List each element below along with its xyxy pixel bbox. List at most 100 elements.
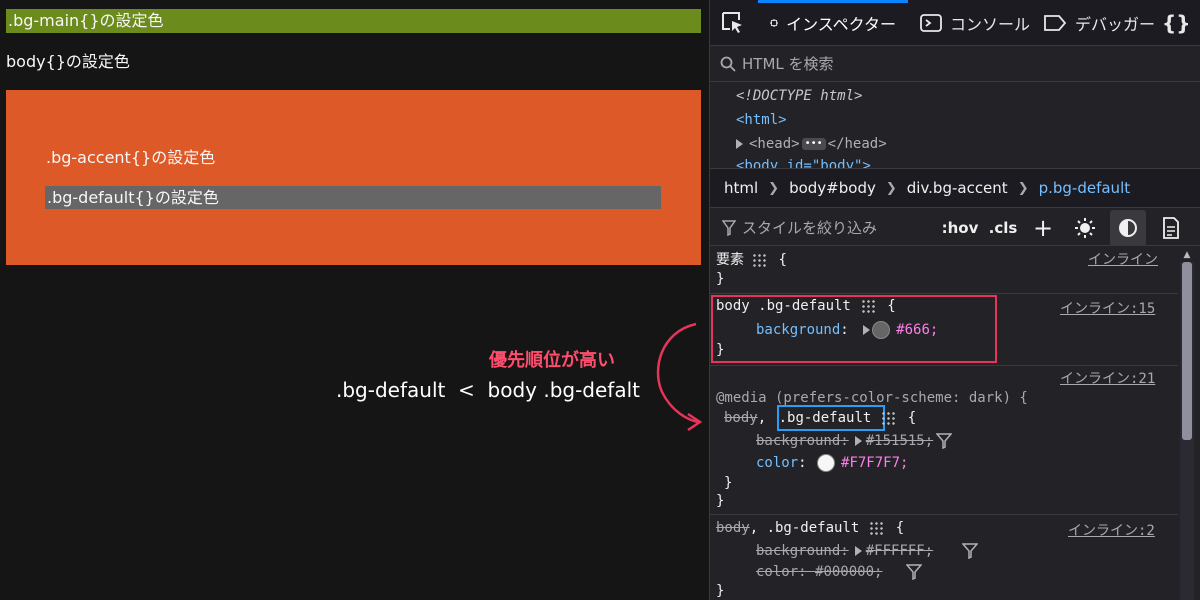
rules-view: 要素 { インライン } body .bg-default { インライン:15… — [710, 247, 1178, 600]
braces-icon: {} — [1162, 11, 1191, 35]
chevron-right-icon: ❯ — [768, 180, 780, 196]
document-icon — [1163, 217, 1179, 239]
search-input[interactable]: HTML を検索 — [742, 53, 834, 74]
brace-close: } — [716, 271, 725, 287]
bg-main-block: .bg-main{}の設定色 — [6, 9, 701, 33]
light-mode-button[interactable] — [1070, 210, 1100, 246]
cls-button[interactable]: .cls — [988, 210, 1018, 246]
print-media-button[interactable] — [1156, 210, 1186, 246]
expand-triangle-icon[interactable] — [736, 139, 743, 149]
rule1-declaration[interactable]: background: #666; — [756, 321, 938, 339]
scrollbar-thumb[interactable] — [1182, 262, 1192, 440]
filter-styles-input[interactable]: スタイルを絞り込み — [742, 217, 877, 238]
brace-open: { — [778, 252, 787, 268]
rule2-value2[interactable]: #F7F7F7; — [841, 455, 908, 471]
element-picker-icon[interactable] — [720, 10, 746, 36]
markup-html[interactable]: <html> — [736, 112, 787, 128]
filter-icon[interactable] — [906, 564, 922, 580]
bg-accent-text: .bg-accent{}の設定色 — [46, 148, 216, 167]
tab-console[interactable]: コンソール — [920, 0, 1030, 46]
rule2-declaration-1[interactable]: background: #151515; — [756, 433, 933, 449]
rule1-selector-line: body .bg-default { — [716, 298, 896, 314]
brace-close: } — [716, 493, 725, 509]
rule3-prop2[interactable]: color — [756, 564, 798, 580]
filter-icon[interactable] — [962, 543, 978, 559]
tab-debugger-label: デバッガー — [1075, 15, 1156, 34]
rule2-selector-bg-default[interactable]: .bg-default — [779, 410, 872, 426]
markup-head[interactable]: <head> ••• </head> — [736, 136, 887, 152]
markup-view: <!DOCTYPE html> <html> <head> ••• </head> … — [710, 82, 1200, 168]
rule3-declaration-1[interactable]: background: #FFFFFF; — [756, 543, 933, 559]
console-icon — [920, 14, 942, 32]
collapsed-dots[interactable]: ••• — [801, 138, 826, 150]
debugger-icon — [1044, 15, 1067, 31]
markup-head-open: <head> — [749, 136, 800, 152]
expand-triangle-icon[interactable] — [863, 325, 871, 335]
tab-console-label: コンソール — [950, 15, 1031, 34]
expand-triangle-icon[interactable] — [854, 546, 862, 556]
breadcrumb-p[interactable]: p.bg-default — [1039, 179, 1131, 197]
rule1-value[interactable]: #666; — [896, 322, 938, 338]
style-editor-tab[interactable]: {} — [1162, 0, 1190, 46]
bg-accent-block: .bg-accent{}の設定色 .bg-default{}の設定色 — [6, 90, 701, 265]
expand-triangle-icon[interactable] — [854, 436, 862, 446]
rule2-prop2[interactable]: color — [756, 455, 798, 471]
element-rule-source[interactable]: インライン — [1088, 249, 1158, 269]
dark-mode-button[interactable] — [1110, 210, 1146, 246]
rule3-prop1[interactable]: background — [756, 543, 840, 559]
grid-icon[interactable] — [752, 253, 766, 267]
rule2-source[interactable]: インライン:21 — [1060, 368, 1155, 388]
tab-inspector[interactable]: インスペクター — [758, 0, 908, 46]
grid-icon[interactable] — [869, 521, 884, 535]
inspector-icon — [770, 18, 779, 28]
markup-body[interactable]: <body id="body"> — [736, 158, 871, 168]
markup-doctype: <!DOCTYPE html> — [736, 88, 863, 104]
annotation-arrow — [656, 322, 703, 432]
rule2-prop1[interactable]: background — [756, 433, 840, 449]
grid-icon[interactable] — [860, 299, 875, 313]
brace-close: } — [716, 583, 725, 599]
hov-button[interactable]: :hov — [942, 210, 979, 246]
rule2-declaration-2[interactable]: color: #F7F7F7; — [756, 454, 908, 472]
devtools-toolbar: インスペクター コンソール デバッガー {} — [710, 0, 1200, 46]
selector-comma: , — [757, 410, 767, 426]
body-text: body{}の設定色 — [6, 52, 130, 71]
html-search[interactable]: HTML を検索 — [710, 46, 1200, 82]
rule-divider — [710, 293, 1178, 294]
chevron-right-icon: ❯ — [1017, 180, 1029, 196]
half-moon-icon — [1119, 219, 1137, 237]
search-icon — [720, 56, 736, 72]
annotation-compare: .bg-default < body .bg-defalt — [336, 378, 641, 402]
breadcrumb-body[interactable]: body#body — [789, 179, 876, 197]
rule1-selector[interactable]: body .bg-default — [716, 298, 851, 314]
page-preview: .bg-main{}の設定色 body{}の設定色 .bg-accent{}の設… — [0, 0, 709, 600]
breadcrumb-html[interactable]: html — [724, 179, 758, 197]
element-rule-selector: 要素 { — [716, 249, 787, 269]
rule3-value2[interactable]: #000000; — [815, 564, 882, 580]
rule2-selector-body[interactable]: body — [724, 410, 758, 426]
rule2-value1[interactable]: #151515; — [866, 433, 933, 449]
color-swatch[interactable] — [872, 321, 891, 339]
rule1-prop[interactable]: background — [756, 322, 840, 338]
rule-divider — [710, 514, 1178, 515]
tab-debugger[interactable]: デバッガー — [1043, 0, 1155, 46]
sun-icon — [1075, 218, 1095, 238]
markup-head-close: </head> — [827, 136, 887, 152]
scroll-up-arrow-icon[interactable]: ▲ — [1180, 248, 1194, 262]
color-swatch[interactable] — [817, 454, 836, 472]
rule3-declaration-2[interactable]: color: #000000; — [756, 564, 882, 580]
filter-icon[interactable] — [936, 433, 952, 449]
bg-default-block: .bg-default{}の設定色 — [45, 186, 661, 209]
add-rule-button[interactable]: + — [1028, 210, 1058, 246]
rule1-source[interactable]: インライン:15 — [1060, 298, 1155, 318]
devtools-panel: インスペクター コンソール デバッガー {} HTML を検索 <!DOCTYP… — [709, 0, 1200, 600]
rule3-value1[interactable]: #FFFFFF; — [866, 543, 933, 559]
rule3-selector-body[interactable]: body — [716, 520, 750, 536]
grid-icon[interactable] — [881, 411, 896, 425]
rule2-media: @media (prefers-color-scheme: dark) { — [716, 390, 1028, 406]
breadcrumb-div[interactable]: div.bg-accent — [907, 179, 1008, 197]
annotation-title: 優先順位が高い — [489, 350, 615, 371]
rule3-source[interactable]: インライン:2 — [1068, 520, 1155, 540]
rule3-selector-bg-default[interactable]: , .bg-default — [750, 520, 860, 536]
rules-scrollbar[interactable] — [1180, 262, 1194, 600]
